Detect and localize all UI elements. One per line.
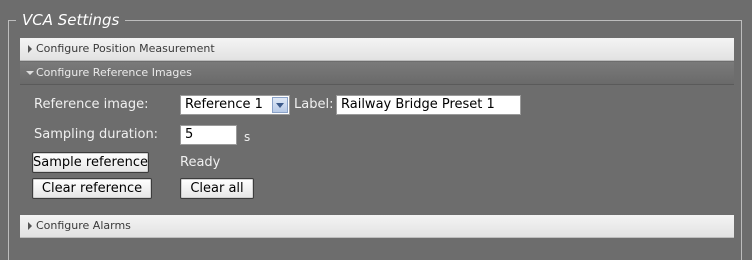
section-title: Configure Alarms: [36, 219, 131, 232]
reference-image-value: Reference 1: [185, 97, 263, 112]
sampling-duration-label: Sampling duration:: [34, 127, 159, 142]
sampling-duration-value: 5: [185, 127, 194, 142]
reference-image-label: Reference image:: [34, 97, 149, 112]
status-text: Ready: [180, 155, 221, 170]
section-title: Configure Reference Images: [36, 66, 192, 79]
reference-image-select[interactable]: Reference 1: [180, 95, 290, 115]
reference-images-content: Reference image: Reference 1 Label: Rail…: [20, 85, 734, 210]
section-title: Configure Position Measurement: [36, 42, 215, 55]
label-caption: Label:: [294, 97, 334, 112]
sampling-duration-field[interactable]: 5: [180, 125, 237, 145]
section-header-reference[interactable]: Configure Reference Images: [20, 62, 734, 85]
expand-arrow-icon: [28, 45, 32, 53]
label-field-value: Railway Bridge Preset 1: [341, 97, 495, 112]
section-header-alarms[interactable]: Configure Alarms: [20, 215, 734, 238]
clear-reference-button[interactable]: Clear reference: [32, 178, 152, 199]
collapse-arrow-icon: [26, 71, 34, 75]
section-position-measurement: Configure Position Measurement: [20, 38, 734, 61]
clear-all-button[interactable]: Clear all: [180, 178, 254, 199]
section-alarms: Configure Alarms: [20, 215, 734, 238]
sample-reference-button[interactable]: Sample reference: [32, 152, 149, 173]
fieldset-legend: VCA Settings: [16, 10, 126, 30]
dropdown-arrow-icon[interactable]: [272, 97, 288, 113]
label-field[interactable]: Railway Bridge Preset 1: [336, 95, 521, 115]
sampling-unit: s: [244, 130, 251, 144]
section-header-position[interactable]: Configure Position Measurement: [20, 38, 734, 61]
expand-arrow-icon: [28, 222, 32, 230]
section-reference-images: Configure Reference Images Reference ima…: [20, 62, 734, 210]
